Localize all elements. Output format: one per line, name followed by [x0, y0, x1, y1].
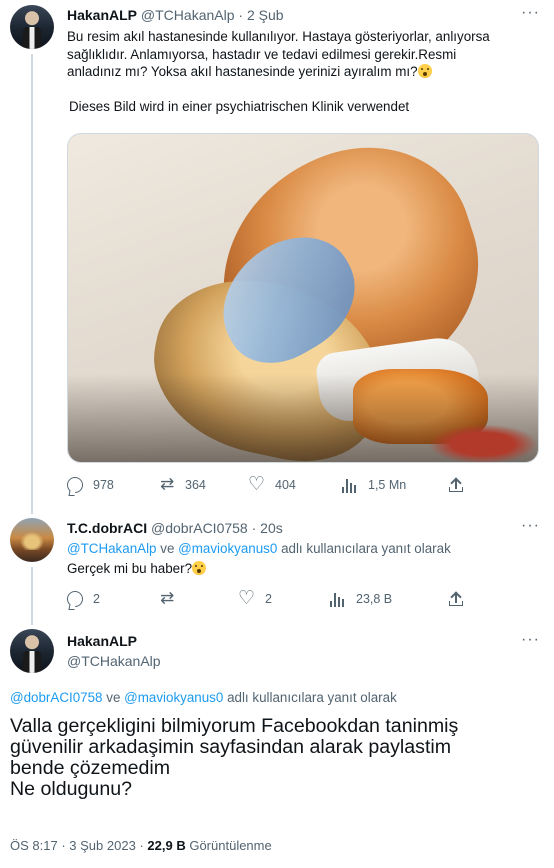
tweet-text-line: Bu resim akıl hastanesinde kullanılıyor.…: [67, 29, 490, 44]
mention-link[interactable]: @dobrACI0758: [10, 690, 103, 705]
like-count: 2: [265, 592, 272, 606]
like-count: 404: [275, 478, 296, 492]
tweet-meta: ÖS 8:17 · 3 Şub 2023 · 22,9 B Görüntülen…: [10, 838, 272, 853]
reply-count: 2: [93, 592, 100, 606]
share-button[interactable]: [448, 477, 464, 493]
retweet-icon: [159, 477, 175, 493]
avatar[interactable]: [10, 5, 54, 49]
views-button[interactable]: 1,5 Mn: [342, 477, 406, 493]
handle[interactable]: @TCHakanAlp: [141, 7, 235, 23]
display-name[interactable]: HakanALP: [67, 633, 137, 649]
tweet-header: HakanALP @TCHakanAlp · 2 Şub: [67, 6, 284, 24]
mention-link[interactable]: @maviokyanus0: [178, 541, 277, 556]
separator: ·: [238, 7, 244, 23]
views-count: 1,5 Mn: [368, 478, 407, 492]
thread-line: [31, 54, 33, 504]
tweet-text-line: anladınız mı? Yoksa akıl hastanesinde ye…: [67, 63, 542, 81]
mention-link[interactable]: @TCHakanAlp: [67, 541, 157, 556]
views-count: 23,8 B: [356, 592, 393, 606]
share-button[interactable]: [448, 591, 464, 607]
retweet-button[interactable]: 364: [159, 477, 206, 493]
tweet-original[interactable]: HakanALP @TCHakanAlp · 2 Şub ··· Bu resi…: [0, 0, 554, 505]
date[interactable]: 3 Şub 2023: [69, 838, 136, 853]
reply-icon: [67, 477, 83, 493]
more-horizontal-icon[interactable]: ···: [521, 4, 540, 22]
retweet-count: 364: [185, 478, 206, 492]
handle[interactable]: @dobrACI0758: [151, 520, 248, 536]
views-button[interactable]: 23,8 B: [330, 591, 392, 607]
timestamp[interactable]: 2 Şub: [247, 7, 284, 23]
more-horizontal-icon[interactable]: ···: [521, 517, 540, 535]
tweet-text: Gerçek mi bu haber?: [67, 560, 207, 578]
astonished-face-emoji-icon: [192, 561, 207, 575]
views-label: Görüntülenme: [189, 838, 272, 853]
avatar[interactable]: [10, 629, 54, 673]
retweet-icon: [159, 591, 175, 607]
views-count: 22,9 B: [147, 838, 186, 853]
reply-count: 978: [93, 478, 114, 492]
views-icon: [342, 477, 358, 493]
timestamp[interactable]: 20s: [260, 520, 283, 536]
tweet-text-line: Ne oldugunu?: [10, 778, 133, 800]
like-button[interactable]: 404: [248, 473, 296, 496]
share-icon: [448, 477, 464, 493]
separator: ·: [251, 520, 257, 536]
reply-button[interactable]: 2: [67, 591, 100, 607]
more-horizontal-icon[interactable]: ···: [521, 631, 540, 649]
reply-context: @TCHakanAlp ve @maviokyanus0 adlı kullan…: [67, 541, 451, 556]
winking-face-emoji-icon: [417, 64, 432, 78]
like-button[interactable]: 2: [238, 587, 272, 610]
reply-context: @dobrACI0758 ve @maviokyanus0 adlı kulla…: [10, 690, 397, 705]
avatar[interactable]: [10, 518, 54, 562]
thread-line: [31, 567, 33, 625]
heart-icon: [238, 587, 255, 610]
tweet-text-line: sağlıklıdır. Anlamıyorsa, hastadır ve te…: [67, 46, 457, 62]
retweet-button[interactable]: [159, 591, 185, 607]
tweet-text-line: güvenilir arkadaşimin sayfasindan alarak…: [10, 736, 452, 758]
display-name[interactable]: HakanALP: [67, 7, 137, 23]
reply-button[interactable]: 978: [67, 477, 114, 493]
share-icon: [448, 591, 464, 607]
tweet-image[interactable]: [67, 133, 539, 463]
tweet-text-line: bende çözemedim: [10, 757, 171, 779]
reply-icon: [67, 591, 83, 607]
mention-link[interactable]: @maviokyanus0: [124, 690, 223, 705]
tweet-header: T.C.dobrACI @dobrACI0758 · 20s: [67, 519, 283, 537]
tweet-text-line: Valla gerçekligini bilmiyorum Facebookda…: [10, 715, 459, 737]
tweet-reply[interactable]: T.C.dobrACI @dobrACI0758 · 20s ··· @TCHa…: [0, 504, 554, 625]
display-name[interactable]: T.C.dobrACI: [67, 520, 147, 536]
heart-icon: [248, 473, 265, 496]
timestamp[interactable]: ÖS 8:17: [10, 838, 58, 853]
tweet-text: Bu resim akıl hastanesinde kullanılıyor.…: [67, 28, 542, 115]
thread-line: [31, 504, 33, 514]
tweet-text-line: Dieses Bild wird in einer psychiatrische…: [69, 98, 410, 114]
views-icon: [330, 591, 346, 607]
handle[interactable]: @TCHakanAlp: [67, 653, 161, 669]
tweet-text: Valla gerçekligini bilmiyorum Facebookda…: [10, 716, 540, 800]
